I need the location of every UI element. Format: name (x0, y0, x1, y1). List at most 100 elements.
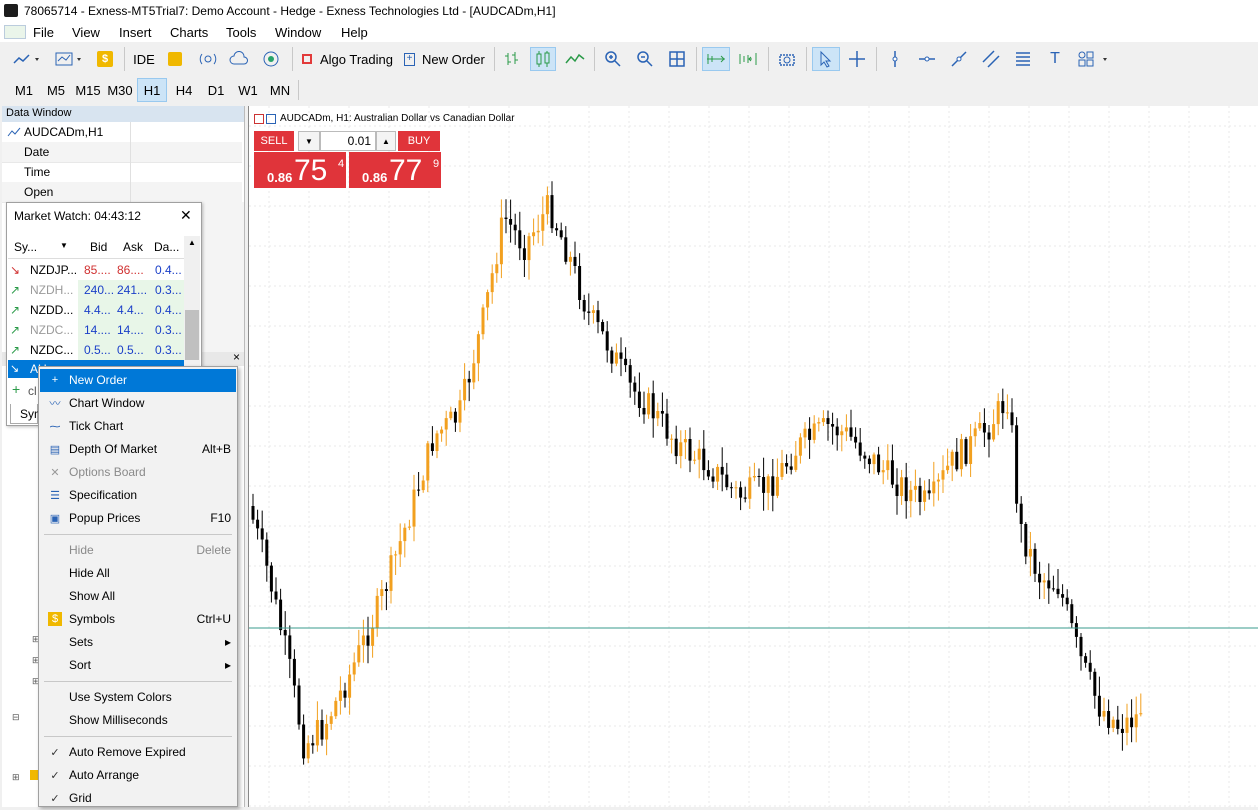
chart-type-icon[interactable] (8, 47, 46, 71)
context-menu-item-auto-arrange[interactable]: ✓ Auto Arrange (40, 764, 236, 787)
chart-shift-icon[interactable] (734, 47, 762, 71)
context-menu-item-depth-of-market[interactable]: ▤ Depth Of Market Alt+B (40, 438, 236, 461)
timeframe-m30[interactable]: M30 (106, 78, 134, 102)
menu-tools[interactable]: Tools (226, 25, 256, 40)
candle-body (1047, 580, 1051, 589)
cursor-icon[interactable] (812, 47, 840, 71)
tree-expand-icon[interactable]: ⊞ (12, 772, 20, 783)
fibonacci-icon[interactable] (1010, 47, 1036, 71)
context-menu-item-new-order[interactable]: + New Order (40, 369, 236, 392)
timeframe-m1[interactable]: M1 (10, 78, 38, 102)
candle-body (329, 716, 333, 724)
lot-increase-button[interactable]: ▲ (376, 131, 396, 151)
column-ask[interactable]: Ask (123, 240, 143, 254)
one-click-trading-icon[interactable] (254, 114, 264, 124)
tree-collapse-icon[interactable]: ⊟ (12, 712, 20, 723)
timeframe-w1[interactable]: W1 (234, 78, 262, 102)
context-menu-item-tick-chart[interactable]: ⁓ Tick Chart (40, 415, 236, 438)
shapes-icon[interactable] (1074, 47, 1114, 71)
horizontal-line-icon[interactable] (914, 47, 940, 71)
buy-price[interactable]: 0.86 77 9 (349, 152, 441, 188)
vps-icon[interactable] (196, 47, 220, 71)
menu-file[interactable]: File (33, 25, 54, 40)
timeframe-mn[interactable]: MN (266, 78, 294, 102)
chart-props-icon[interactable] (266, 114, 276, 124)
market-watch-row[interactable]: ↗ NZDC... 0.5... 0.5... 0.3... (8, 340, 184, 360)
signals-icon[interactable] (258, 47, 284, 71)
context-menu-item-show-all[interactable]: Show All (40, 585, 236, 608)
candle-body (642, 408, 646, 415)
lot-size-input[interactable]: 0.01 (320, 131, 376, 151)
sell-button[interactable]: SELL (254, 131, 294, 151)
column-symbol[interactable]: Sy... (14, 240, 37, 254)
zoom-out-icon[interactable] (632, 47, 658, 71)
add-symbol-label[interactable]: cl (28, 384, 37, 398)
menu-charts[interactable]: Charts (170, 25, 208, 40)
context-menu-item-auto-remove-expired[interactable]: ✓ Auto Remove Expired (40, 741, 236, 764)
auto-scroll-icon[interactable] (702, 47, 730, 71)
candle-body (1079, 636, 1083, 657)
vertical-line-icon[interactable] (882, 47, 908, 71)
algo-trading-button[interactable]: Algo Trading (298, 47, 394, 71)
line-chart-icon[interactable] (562, 47, 588, 71)
channel-icon[interactable] (978, 47, 1004, 71)
sell-price[interactable]: 0.86 75 4 (254, 152, 346, 188)
dollar-icon[interactable]: $ (94, 47, 116, 71)
timeframe-m15[interactable]: M15 (74, 78, 102, 102)
market-icon[interactable] (164, 47, 186, 71)
trend-line-icon[interactable] (946, 47, 972, 71)
menu-item-label: New Order (69, 373, 128, 387)
tile-windows-icon[interactable] (664, 47, 690, 71)
context-menu-item-sets[interactable]: Sets ▸ (40, 631, 236, 654)
menu-insert[interactable]: Insert (119, 25, 152, 40)
ide-button[interactable]: IDE (130, 47, 158, 71)
timeframe-m5[interactable]: M5 (42, 78, 70, 102)
menu-window[interactable]: Window (275, 25, 321, 40)
market-watch-row[interactable]: ↗ NZDC... 14.... 14.... 0.3... (8, 320, 184, 340)
candlestick-icon[interactable] (530, 47, 556, 71)
context-menu-item-chart-window[interactable]: 〰 Chart Window (40, 392, 236, 415)
context-menu-item-use-system-colors[interactable]: Use System Colors (40, 686, 236, 709)
new-order-button[interactable]: + New Order (400, 47, 486, 71)
mdi-icon[interactable] (4, 25, 26, 39)
market-watch-row[interactable]: ↗ NZDD... 4.4... 4.4... 0.4... (8, 300, 184, 320)
candle-body (536, 230, 540, 233)
context-menu-item-sort[interactable]: Sort ▸ (40, 654, 236, 677)
timeframe-d1[interactable]: D1 (202, 78, 230, 102)
scroll-up-icon[interactable]: ▲ (188, 238, 196, 247)
context-menu-item-hide-all[interactable]: Hide All (40, 562, 236, 585)
context-menu-item-show-milliseconds[interactable]: Show Milliseconds (40, 709, 236, 732)
market-watch-row[interactable]: ↗ NZDH... 240... 241... 0.3... (8, 280, 184, 300)
menu-item-shortcut: Alt+B (201, 442, 231, 456)
lot-decrease-button[interactable]: ▼ (298, 131, 320, 151)
column-daily[interactable]: Da... (154, 240, 179, 254)
bar-chart-icon[interactable] (500, 47, 524, 71)
price-chart[interactable] (248, 106, 1258, 807)
column-bid[interactable]: Bid (90, 240, 107, 254)
indicators-icon[interactable] (50, 47, 88, 71)
crosshair-icon[interactable] (844, 47, 870, 71)
add-symbol-icon[interactable]: + (12, 381, 20, 397)
menu-view[interactable]: View (72, 25, 100, 40)
market-watch-scrollbar[interactable]: ▲ (184, 236, 200, 366)
market-watch-row[interactable]: ↘ NZDJP... 85.... 86.... 0.4... (8, 260, 184, 280)
screenshot-icon[interactable] (774, 47, 800, 71)
context-menu-item-specification[interactable]: ☰ Specification (40, 484, 236, 507)
context-menu-item-symbols[interactable]: $ Symbols Ctrl+U (40, 608, 236, 631)
candle-body (495, 264, 499, 274)
buy-button[interactable]: BUY (398, 131, 440, 151)
menu-help[interactable]: Help (341, 25, 368, 40)
sort-down-icon[interactable]: ▼ (60, 241, 68, 250)
scrollbar-thumb[interactable] (185, 310, 199, 360)
zoom-in-icon[interactable] (600, 47, 626, 71)
timeframe-h1[interactable]: H1 (137, 78, 167, 102)
close-icon[interactable]: ✕ (180, 207, 192, 224)
candle-body (716, 466, 720, 482)
market-watch-tab[interactable]: Sym (10, 404, 44, 424)
cloud-icon[interactable] (226, 47, 252, 71)
timeframe-h4[interactable]: H4 (170, 78, 198, 102)
text-icon[interactable]: T (1042, 47, 1068, 71)
context-menu-item-popup-prices[interactable]: ▣ Popup Prices F10 (40, 507, 236, 530)
close-icon[interactable]: × (233, 350, 240, 364)
candle-body (610, 350, 614, 364)
